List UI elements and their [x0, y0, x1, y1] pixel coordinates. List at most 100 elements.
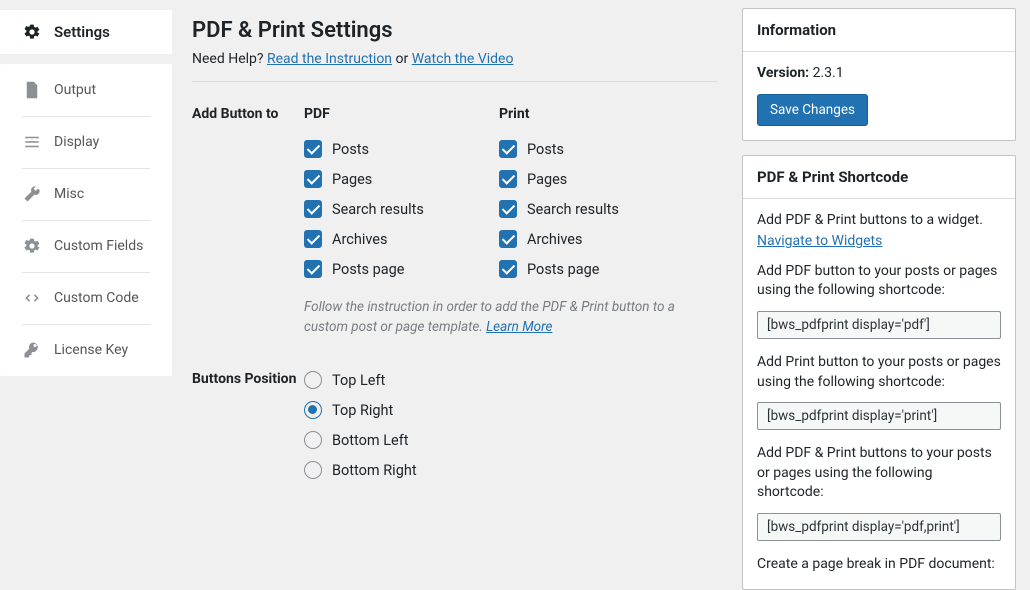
checkbox-label: Pages — [332, 171, 372, 188]
save-changes-button[interactable]: Save Changes — [757, 94, 868, 126]
page-title: PDF & Print Settings — [192, 18, 718, 43]
pdf-shortcode-box[interactable]: [bws_pdfprint display='pdf'] — [757, 311, 1001, 339]
both-shortcode-box[interactable]: [bws_pdfprint display='pdf,print'] — [757, 513, 1001, 541]
aside: Information Version: 2.3.1 Save Changes … — [736, 0, 1030, 511]
version-value: 2.3.1 — [813, 65, 844, 81]
sidebar-list: Output Display Misc Custom Fields — [0, 64, 172, 376]
radio[interactable] — [304, 431, 322, 449]
information-panel: Information Version: 2.3.1 Save Changes — [742, 8, 1016, 141]
pdf-checkbox-pages[interactable]: Pages — [304, 170, 499, 188]
sidebar-item-label: License Key — [54, 342, 128, 358]
print-checkbox-pages[interactable]: Pages — [499, 170, 694, 188]
pdf-shortcode-text: Add PDF button to your posts or pages us… — [757, 262, 1001, 301]
position-radio-bottom-right[interactable]: Bottom Right — [304, 461, 718, 479]
main-content: PDF & Print Settings Need Help? Read the… — [172, 0, 736, 511]
buttons-position-label: Buttons Position — [192, 371, 304, 491]
sidebar-item-label: Custom Code — [54, 290, 139, 306]
read-instruction-link[interactable]: Read the Instruction — [267, 51, 392, 67]
pdf-checkbox-posts[interactable]: Posts — [304, 140, 499, 158]
checkbox-label: Posts — [527, 141, 564, 158]
position-radio-top-right[interactable]: Top Right — [304, 401, 718, 419]
watch-video-link[interactable]: Watch the Video — [412, 51, 514, 67]
checkbox[interactable] — [304, 170, 322, 188]
print-checkbox-search[interactable]: Search results — [499, 200, 694, 218]
pdf-checklist: Posts Pages Search results Archives Post… — [304, 140, 499, 278]
sidebar-item-output[interactable]: Output — [0, 64, 172, 116]
add-button-hint: Follow the instruction in order to add t… — [304, 298, 694, 337]
buttons-position-section: Buttons Position Top Left Top Right Bott… — [192, 371, 718, 491]
checkbox-label: Archives — [332, 231, 387, 248]
radio-label: Top Right — [332, 402, 393, 419]
pdf-header: PDF — [304, 106, 499, 122]
document-icon — [22, 80, 42, 100]
pdf-column: PDF Posts Pages Search results Archives … — [304, 106, 499, 290]
help-prefix: Need Help? — [192, 51, 267, 67]
add-button-section: Add Button to PDF Posts Pages Search res… — [192, 106, 718, 337]
print-checkbox-posts-page[interactable]: Posts page — [499, 260, 694, 278]
print-header: Print — [499, 106, 694, 122]
sidebar-item-label: Output — [54, 82, 96, 98]
print-checklist: Posts Pages Search results Archives Post… — [499, 140, 694, 278]
checkbox[interactable] — [499, 140, 517, 158]
print-shortcode-box[interactable]: [bws_pdfprint display='print'] — [757, 402, 1001, 430]
information-panel-title: Information — [743, 9, 1015, 52]
position-radios: Top Left Top Right Bottom Left Bottom Ri… — [304, 371, 718, 491]
list-icon — [22, 132, 42, 152]
radio-label: Bottom Left — [332, 432, 409, 449]
sidebar-item-custom-fields[interactable]: Custom Fields — [0, 220, 172, 272]
sidebar-header: Settings — [0, 10, 172, 54]
radio[interactable] — [304, 401, 322, 419]
sidebar-item-label: Misc — [54, 186, 84, 202]
widget-text: Add PDF & Print buttons to a widget. — [757, 211, 1001, 231]
checkbox[interactable] — [499, 170, 517, 188]
checkbox-label: Posts — [332, 141, 369, 158]
add-button-label: Add Button to — [192, 106, 304, 290]
key-icon — [22, 340, 42, 360]
sidebar-item-display[interactable]: Display — [0, 116, 172, 168]
learn-more-link[interactable]: Learn More — [486, 319, 552, 335]
gear-icon — [22, 22, 42, 42]
checkbox[interactable] — [304, 140, 322, 158]
code-icon — [22, 288, 42, 308]
version-label: Version: — [757, 65, 809, 81]
checkbox-label: Posts page — [332, 261, 405, 278]
both-shortcode-text: Add PDF & Print buttons to your posts or… — [757, 444, 1001, 503]
checkbox-label: Search results — [527, 201, 619, 218]
checkbox[interactable] — [304, 200, 322, 218]
checkbox-label: Search results — [332, 201, 424, 218]
position-radio-bottom-left[interactable]: Bottom Left — [304, 431, 718, 449]
pdf-checkbox-search[interactable]: Search results — [304, 200, 499, 218]
pdf-checkbox-posts-page[interactable]: Posts page — [304, 260, 499, 278]
sidebar-item-label: Display — [54, 134, 99, 150]
gear-icon — [22, 236, 42, 256]
checkbox[interactable] — [499, 200, 517, 218]
position-radio-top-left[interactable]: Top Left — [304, 371, 718, 389]
radio[interactable] — [304, 461, 322, 479]
sidebar-title: Settings — [54, 23, 110, 41]
print-column: Print Posts Pages Search results Archive… — [499, 106, 694, 290]
page-break-text: Create a page break in PDF document: — [757, 555, 1001, 575]
radio-label: Bottom Right — [332, 462, 417, 479]
help-or: or — [392, 51, 412, 67]
print-shortcode-text: Add Print button to your posts or pages … — [757, 353, 1001, 392]
checkbox-label: Posts page — [527, 261, 600, 278]
checkbox[interactable] — [304, 260, 322, 278]
print-checkbox-archives[interactable]: Archives — [499, 230, 694, 248]
version-line: Version: 2.3.1 — [757, 64, 1001, 84]
checkbox[interactable] — [499, 260, 517, 278]
print-checkbox-posts[interactable]: Posts — [499, 140, 694, 158]
navigate-widgets-link[interactable]: Navigate to Widgets — [757, 233, 882, 249]
sidebar: Settings Output Display Misc — [0, 0, 172, 511]
radio[interactable] — [304, 371, 322, 389]
sidebar-item-custom-code[interactable]: Custom Code — [0, 272, 172, 324]
sidebar-item-license-key[interactable]: License Key — [0, 324, 172, 376]
checkbox[interactable] — [304, 230, 322, 248]
help-line: Need Help? Read the Instruction or Watch… — [192, 51, 718, 67]
sidebar-item-misc[interactable]: Misc — [0, 168, 172, 220]
checkbox-label: Pages — [527, 171, 567, 188]
radio-label: Top Left — [332, 372, 385, 389]
pdf-checkbox-archives[interactable]: Archives — [304, 230, 499, 248]
shortcode-panel: PDF & Print Shortcode Add PDF & Print bu… — [742, 155, 1016, 590]
shortcode-panel-title: PDF & Print Shortcode — [743, 156, 1015, 199]
checkbox[interactable] — [499, 230, 517, 248]
